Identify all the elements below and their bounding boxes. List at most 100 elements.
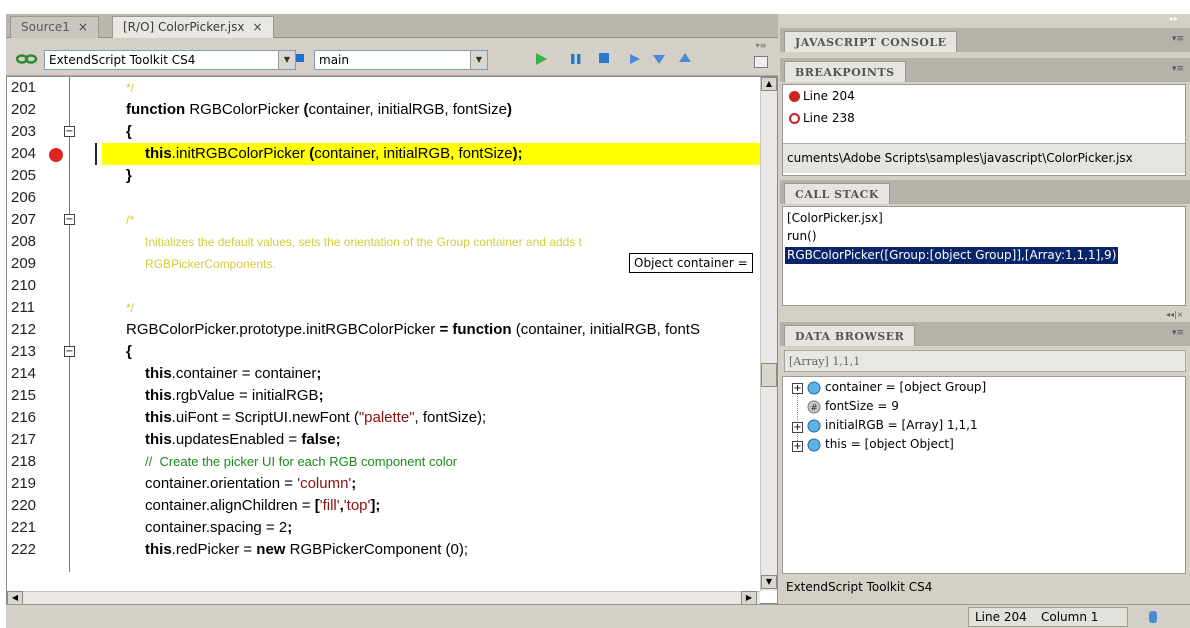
panel-menu-icon[interactable]: ▾≡ (1172, 34, 1184, 44)
expand-icon[interactable]: + (792, 422, 803, 433)
code-comment: RGBPickerComponents. (145, 257, 276, 271)
line-number: 220 (11, 497, 37, 514)
code-line-202: function RGBColorPicker (container, init… (102, 99, 760, 121)
breakpoint-item[interactable]: Line 238 (803, 111, 855, 125)
data-item[interactable]: this = [object Object] (825, 437, 954, 451)
code-token: , fontSize); (414, 409, 487, 426)
code-token: ; (287, 519, 293, 536)
data-tree: + container = [object Group] # fontSize … (782, 376, 1186, 574)
close-icon[interactable]: × (252, 20, 262, 34)
collapse-panels-icon[interactable]: ▸▸ (1166, 14, 1182, 26)
tab-breakpoints[interactable]: BREAKPOINTS (784, 61, 906, 82)
panel-menu-icon[interactable]: ▾≡ (1172, 328, 1184, 338)
object-icon (807, 381, 821, 395)
data-item[interactable]: container = [object Group] (825, 380, 986, 394)
keyword: this (145, 541, 172, 558)
keyword: this (145, 409, 172, 426)
breakpoint-icon[interactable] (49, 148, 63, 162)
code-area[interactable]: */ function RGBColorPicker (container, i… (102, 77, 760, 591)
call-stack-list: [ColorPicker.jsx] run() RGBColorPicker([… (782, 206, 1186, 306)
scroll-down-icon[interactable]: ▼ (761, 575, 777, 589)
chevron-down-icon[interactable]: ▼ (278, 51, 295, 69)
play-icon[interactable] (534, 52, 548, 66)
fold-guide (69, 77, 70, 572)
tab-javascript-console[interactable]: JAVASCRIPT CONSOLE (784, 31, 958, 52)
column-indicator: Column 1 (1041, 610, 1099, 624)
tab-label: Source1 (21, 20, 70, 34)
scroll-thumb[interactable] (761, 363, 777, 387)
keyword: function (452, 321, 512, 338)
keyword: this (145, 365, 172, 382)
expand-icon[interactable]: + (792, 441, 803, 452)
scroll-left-icon[interactable]: ◀ (7, 591, 23, 605)
panel-menu-icon[interactable]: ▾≡ (1172, 64, 1184, 74)
code-line-221: container.spacing = 2; (102, 517, 760, 539)
code-line-217: this.updatesEnabled = false; (102, 429, 760, 451)
panel-menu-icon[interactable]: ▾≡ (754, 40, 768, 52)
tree-guide (797, 387, 798, 449)
fold-collapse-icon[interactable]: − (64, 126, 75, 137)
code-token: .redPicker = (171, 541, 257, 558)
horizontal-scrollbar[interactable]: ◀ ▶ (7, 591, 760, 605)
panel-dock-icon[interactable]: ◂◂|× (1166, 310, 1186, 322)
call-stack-item[interactable]: run() (787, 229, 817, 243)
line-number: 216 (11, 409, 37, 426)
target-app-value: ExtendScript Toolkit CS4 (49, 53, 196, 67)
breakpoint-path-bar: cuments\Adobe Scripts\samples\javascript… (783, 143, 1185, 173)
fold-collapse-icon[interactable]: − (64, 346, 75, 357)
panel-header: BREAKPOINTS ▾≡ (780, 58, 1190, 82)
code-token: ) (506, 101, 512, 118)
pause-icon[interactable] (570, 53, 582, 65)
code-line-222: this.redPicker = new RGBPickerComponent … (102, 539, 760, 561)
code-token: ; (335, 431, 341, 448)
fold-collapse-icon[interactable]: − (64, 214, 75, 225)
engine-select[interactable]: main ▼ (314, 50, 488, 70)
step-out-icon[interactable] (678, 52, 692, 64)
scroll-up-icon[interactable]: ▲ (761, 77, 777, 91)
scroll-right-icon[interactable]: ▶ (741, 591, 757, 605)
code-token: ; (351, 475, 357, 492)
target-app-select[interactable]: ExtendScript Toolkit CS4 ▼ (44, 50, 296, 70)
code-line-201: */ (102, 77, 760, 99)
call-stack-item-selected[interactable]: RGBColorPicker([Group:[object Group]],[A… (785, 247, 1119, 264)
code-string: 'column' (297, 475, 352, 492)
close-icon[interactable]: × (78, 20, 88, 34)
code-line-207: /* (102, 209, 760, 231)
code-string: "palette" (358, 409, 415, 426)
panel-header: CALL STACK (780, 180, 1190, 204)
code-token: container.spacing = 2 (145, 519, 288, 536)
object-icon (807, 438, 821, 452)
stop-icon[interactable] (598, 52, 610, 64)
code-editor[interactable]: 201 202 203 204 205 206 207 208 209 210 … (6, 76, 778, 605)
call-stack-panel: CALL STACK [ColorPicker.jsx] run() RGBCo… (780, 180, 1190, 308)
data-item[interactable]: fontSize = 9 (825, 399, 899, 413)
code-token: container, initialRGB, fontSize (314, 145, 513, 162)
panel-header: JAVASCRIPT CONSOLE ▾≡ (780, 28, 1190, 52)
code-line-216: this.uiFont = ScriptUI.newFont ("palette… (102, 407, 760, 429)
tab-source1[interactable]: Source1 × (10, 16, 99, 38)
step-into-icon[interactable] (652, 53, 666, 65)
line-number: 214 (11, 365, 37, 382)
tab-colorpicker[interactable]: [R/O] ColorPicker.jsx × (112, 16, 274, 38)
tab-call-stack[interactable]: CALL STACK (784, 183, 890, 204)
breakpoint-disabled-icon[interactable] (789, 113, 800, 124)
data-filter-field[interactable]: [Array] 1,1,1 (784, 350, 1186, 372)
vertical-scrollbar[interactable]: ▲ ▼ (760, 77, 777, 591)
link-icon[interactable] (16, 53, 38, 65)
breakpoint-enabled-icon[interactable] (789, 91, 800, 102)
tab-data-browser[interactable]: DATA BROWSER (784, 325, 916, 346)
breakpoint-item[interactable]: Line 204 (803, 89, 855, 103)
code-token: .updatesEnabled = (171, 431, 302, 448)
step-over-icon[interactable] (628, 53, 642, 65)
code-token: .rgbValue = initialRGB (171, 387, 319, 404)
line-number: 222 (11, 541, 37, 558)
chevron-down-icon[interactable]: ▼ (470, 51, 487, 69)
code-token: ); (512, 145, 523, 162)
object-icon (807, 419, 821, 433)
call-stack-item[interactable]: [ColorPicker.jsx] (787, 211, 883, 225)
document-list-icon[interactable] (754, 56, 768, 68)
expand-icon[interactable]: + (792, 383, 803, 394)
code-string: 'top' (343, 497, 371, 514)
data-item[interactable]: initialRGB = [Array] 1,1,1 (825, 418, 978, 432)
status-bar: Line 204 Column 1 (6, 604, 1190, 628)
